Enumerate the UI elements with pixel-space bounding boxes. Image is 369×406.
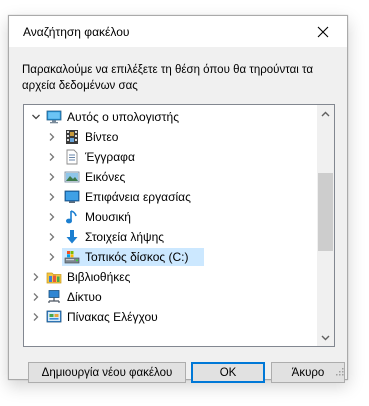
selection-highlight: Τοπικός δίσκος (C:) [62, 248, 204, 266]
folder-tree[interactable]: Αυτός ο υπολογιστής Βίντεο Έγγραφα Εικόν… [23, 104, 335, 347]
chevron-right-icon[interactable] [46, 131, 58, 143]
scroll-up-button[interactable] [317, 105, 334, 122]
tree-item-libraries[interactable]: Βιβλιοθήκες [24, 267, 317, 287]
chevron-right-icon[interactable] [46, 171, 58, 183]
ok-button[interactable]: OK [191, 362, 265, 383]
desktop-folder-icon [64, 189, 80, 205]
close-icon [317, 26, 329, 38]
music-folder-icon [64, 209, 80, 225]
tree-scrollbar[interactable] [317, 105, 334, 346]
local-disk-icon [64, 249, 80, 265]
documents-folder-icon [64, 149, 80, 165]
dialog-title: Αναζήτηση φακέλου [23, 25, 130, 39]
instruction-text: Παρακαλούμε να επιλέξετε τη θέση όπου θα… [22, 64, 314, 92]
tree-item-downloads[interactable]: Στοιχεία λήψης [24, 227, 317, 247]
tree-item-desktop[interactable]: Επιφάνεια εργασίας [24, 187, 317, 207]
chevron-right-icon[interactable] [30, 271, 42, 283]
chevron-right-icon[interactable] [46, 231, 58, 243]
tree-item-label: Έγγραφα [85, 150, 135, 164]
chevron-right-icon[interactable] [30, 291, 42, 303]
tree-item-label: Βιβλιοθήκες [67, 270, 131, 284]
chevron-right-icon[interactable] [46, 211, 58, 223]
new-folder-button[interactable]: Δημιουργία νέου φακέλου [28, 362, 186, 383]
tree-item-local-disk[interactable]: Τοπικός δίσκος (C:) [24, 247, 317, 267]
close-button[interactable] [301, 18, 345, 46]
tree-item-label: Εικόνες [85, 170, 126, 184]
tree-item-label: Επιφάνεια εργασίας [85, 190, 191, 204]
videos-folder-icon [64, 129, 80, 145]
tree-item-label: Πίνακας Ελέγχου [67, 310, 158, 324]
scroll-down-button[interactable] [317, 329, 334, 346]
tree-item-this-pc[interactable]: Αυτός ο υπολογιστής [24, 107, 317, 127]
tree-item-label: Μουσική [85, 210, 131, 224]
scroll-thumb[interactable] [318, 173, 333, 251]
tree-item-control-panel[interactable]: Πίνακας Ελέγχου [24, 307, 317, 327]
chevron-right-icon[interactable] [46, 151, 58, 163]
computer-icon [46, 109, 62, 125]
chevron-right-icon[interactable] [46, 251, 58, 263]
title-bar[interactable]: Αναζήτηση φακέλου [9, 16, 347, 47]
tree-item-label: Τοπικός δίσκος (C:) [85, 250, 189, 264]
tree-item-label: Στοιχεία λήψης [85, 230, 165, 244]
chevron-right-icon[interactable] [30, 311, 42, 323]
chevron-up-icon [321, 111, 330, 116]
tree-item-documents[interactable]: Έγγραφα [24, 147, 317, 167]
tree-item-label: Δίκτυο [67, 290, 102, 304]
control-panel-icon [46, 309, 62, 325]
tree-item-label: Αυτός ο υπολογιστής [67, 110, 179, 124]
tree-item-network[interactable]: Δίκτυο [24, 287, 317, 307]
browse-folder-dialog: Αναζήτηση φακέλου Παρακαλούμε να επιλέξε… [8, 15, 348, 383]
libraries-icon [46, 269, 62, 285]
pictures-folder-icon [64, 169, 80, 185]
tree-item-label: Βίντεο [85, 130, 119, 144]
chevron-down-icon [321, 335, 330, 340]
resize-grip-icon[interactable] [334, 366, 344, 376]
tree-item-music[interactable]: Μουσική [24, 207, 317, 227]
network-icon [46, 289, 62, 305]
tree-item-videos[interactable]: Βίντεο [24, 127, 317, 147]
chevron-right-icon[interactable] [46, 191, 58, 203]
downloads-folder-icon [64, 229, 80, 245]
tree-item-pictures[interactable]: Εικόνες [24, 167, 317, 187]
chevron-down-icon[interactable] [30, 111, 42, 123]
